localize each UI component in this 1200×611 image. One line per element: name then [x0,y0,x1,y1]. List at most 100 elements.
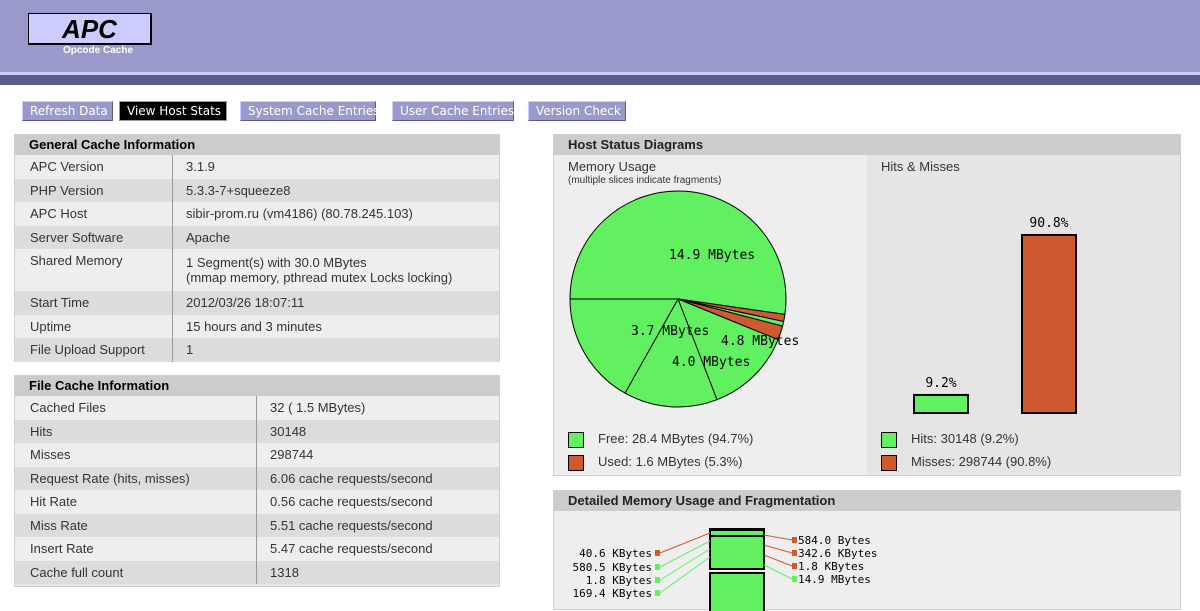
nav-view-host-stats[interactable]: View Host Stats [119,101,227,121]
memory-usage-label: Memory Usage [568,159,657,174]
table-row: APC Version 3.1.9 [15,155,499,179]
table-row: Cache full count 1318 [15,560,499,584]
legend-free-swatch [568,431,584,448]
memory-block [709,529,765,537]
fragment-marker [655,590,660,596]
fragment-marker [655,564,660,570]
shared-memory-line2: (mmap memory, pthread mutex Locks lockin… [186,270,453,285]
row-value: 0.56 cache requests/second [256,490,499,514]
detailed-memory-box: Detailed Memory Usage and Fragmentation … [553,490,1181,611]
host-status-title: Host Status Diagrams [554,135,1180,155]
nav-user-cache-entries[interactable]: User Cache Entries [392,101,514,121]
nav-refresh-data[interactable]: Refresh Data [22,101,113,121]
general-cache-title: General Cache Information [15,135,499,155]
apc-logo: APC [28,13,152,45]
fragment-label-left: 169.4 KBytes [573,587,652,600]
legend-used-swatch [568,454,584,471]
pie-label: 4.8 MBytes [721,334,799,349]
fragment-label-left: 1.8 KBytes [586,574,652,587]
hits-bar [913,393,969,414]
pie-label: 4.0 MBytes [672,355,750,370]
row-key: File Upload Support [15,338,173,362]
fragment-connector [763,544,793,554]
general-cache-table: APC Version 3.1.9 PHP Version 5.3.3-7+sque… [15,155,499,362]
fragment-connector [763,564,793,580]
row-key: Uptime [15,314,173,338]
hits-misses-bar-chart: 9.2% 90.8% [913,216,1077,414]
row-value: 3.1.9 [172,155,499,179]
fragment-connector [763,534,793,541]
fragment-marker [655,550,660,556]
memory-pie-chart: 14.9 MBytes 3.7 MBytes 4.8 MBytes 4.0 MByte… [569,190,799,408]
row-key: Start Time [15,291,173,315]
fragment-connector [763,554,793,567]
pie-label: 14.9 MBytes [669,248,755,263]
row-value: 5.47 cache requests/second [256,537,499,561]
legend-free: Free: 28.4 MBytes (94.7%) [568,430,753,448]
table-row: Start Time 2012/03/26 18:07:11 [15,291,499,315]
table-row: Hit Rate 0.56 cache requests/second [15,490,499,514]
hits-misses-label: Hits & Misses [881,159,960,174]
memory-usage-panel: Memory Usage (multiple slices indicate f… [554,155,866,475]
legend-hits-text: Hits: 30148 (9.2%) [911,431,1019,446]
row-key: Server Software [15,225,173,249]
row-key: Hits [15,419,257,443]
row-key: Request Rate (hits, misses) [15,466,257,490]
row-value: 1 Segment(s) with 30.0 MBytes (mmap memor… [172,249,499,291]
logo-subtitle: Opcode Cache [62,45,134,56]
table-row: Hits 30148 [15,419,499,443]
misses-bar [1021,234,1077,414]
nav-system-cache-entries[interactable]: System Cache Entries [240,101,380,121]
table-row: Shared Memory 1 Segment(s) with 30.0 MByt… [15,249,499,291]
file-cache-title: File Cache Information [15,376,499,396]
general-cache-box: General Cache Information APC Version 3.1… [14,134,500,362]
header-banner: APC Opcode Cache [0,0,1200,85]
fragment-marker [792,537,797,543]
row-value: 5.51 cache requests/second [256,513,499,537]
table-row: Cached Files 32 ( 1.5 MBytes) [15,396,499,420]
row-value: 2012/03/26 18:07:11 [172,291,499,315]
shared-memory-line1: 1 Segment(s) with 30.0 MBytes [186,255,367,270]
fragment-connector [659,532,711,554]
row-key: Miss Rate [15,513,257,537]
logo-title: APC [62,14,117,44]
table-row: File Upload Support 1 [15,338,499,362]
hits-misses-panel: Hits & Misses 9.2% 90.8% Hits: 30148 (9.2… [867,155,1180,475]
table-row: Misses 298744 [15,443,499,467]
nav-version-check[interactable]: Version Check [528,101,626,121]
row-value: 32 ( 1.5 MBytes) [256,396,499,420]
host-status-box: Host Status Diagrams Memory Usage (multi… [553,134,1181,476]
table-row: Uptime 15 hours and 3 minutes [15,314,499,338]
row-key: Hit Rate [15,490,257,514]
detailed-memory-title: Detailed Memory Usage and Fragmentation [554,491,1180,511]
row-key: Cache full count [15,560,257,584]
header-stripe [0,72,1200,75]
row-value: 15 hours and 3 minutes [172,314,499,338]
row-value: 1318 [256,560,499,584]
file-cache-box: File Cache Information Cached Files 32 ( … [14,375,500,587]
table-row: Request Rate (hits, misses) 6.06 cache re… [15,466,499,490]
legend-hits: Hits: 30148 (9.2%) [881,430,1019,448]
fragment-marker [655,577,660,583]
row-value: sibir-prom.ru (vm4186) (80.78.245.103) [172,202,499,226]
row-key: Cached Files [15,396,257,420]
row-key: Insert Rate [15,537,257,561]
row-key: Shared Memory [15,249,173,291]
bar-data-label: 9.2% [925,376,956,391]
legend-misses-text: Misses: 298744 (90.8%) [911,454,1052,469]
fragment-label-right: 14.9 MBytes [798,573,871,586]
legend-used: Used: 1.6 MBytes (5.3%) [568,453,743,471]
legend-misses-swatch [881,454,897,471]
legend-hits-swatch [881,431,897,448]
row-value: 1 [172,338,499,362]
bar-data-label: 90.8% [1029,216,1068,231]
row-value: Apache [172,225,499,249]
row-key: APC Host [15,202,173,226]
row-value: 5.3.3-7+squeeze8 [172,178,499,202]
memory-usage-sublabel: (multiple slices indicate fragments) [568,175,722,186]
legend-free-text: Free: 28.4 MBytes (94.7%) [598,431,754,446]
table-row: Insert Rate 5.47 cache requests/second [15,537,499,561]
file-cache-table: Cached Files 32 ( 1.5 MBytes) Hits 30148 M… [15,396,499,584]
fragment-label-right: 1.8 KBytes [798,560,864,573]
table-row: Server Software Apache [15,225,499,249]
